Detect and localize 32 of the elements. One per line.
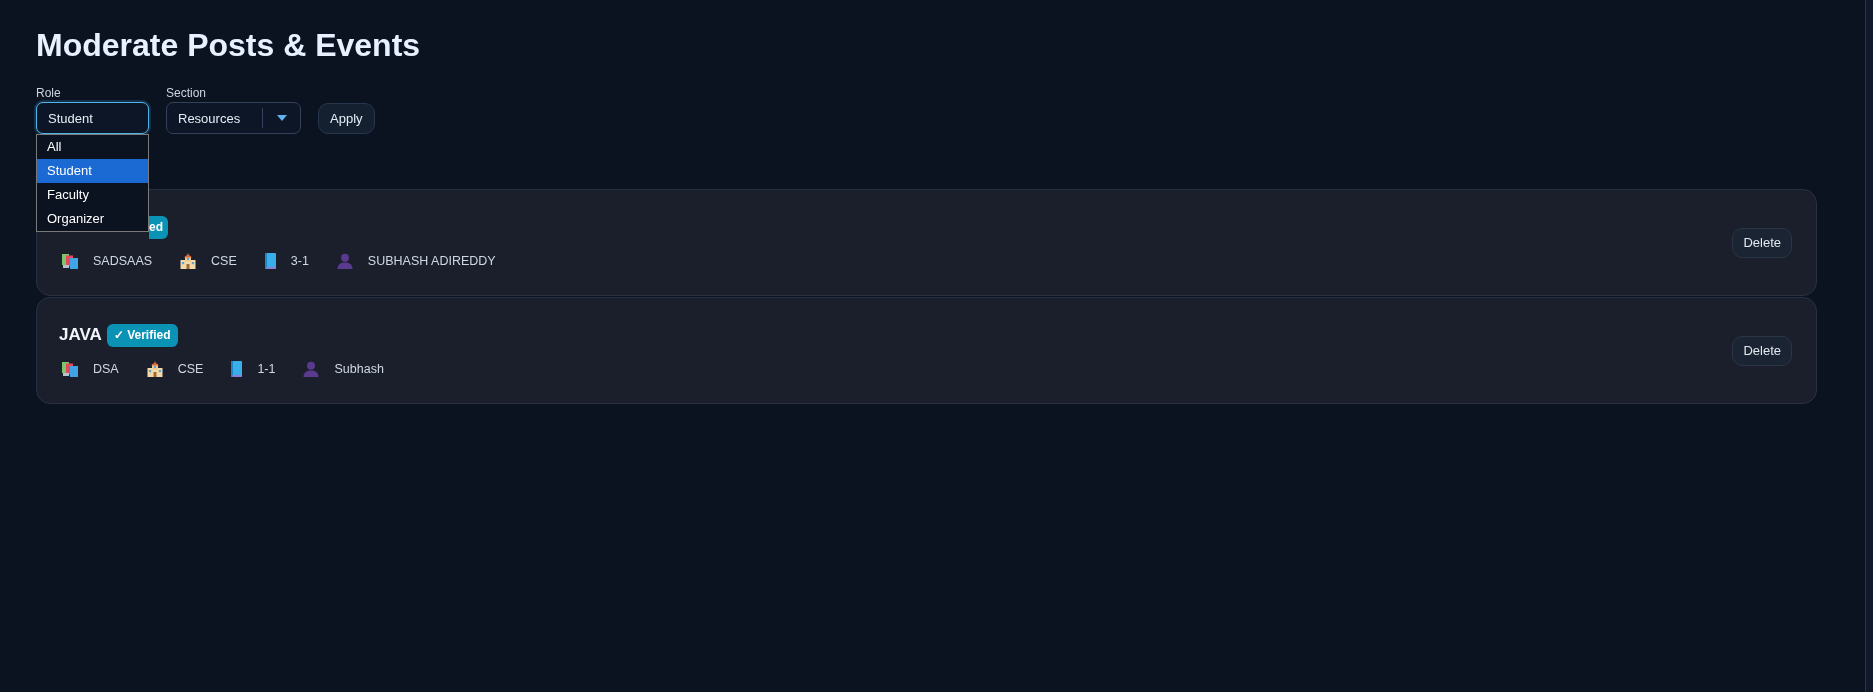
meta-text: Subhash <box>334 360 384 378</box>
meta-text: 1-1 <box>257 360 276 378</box>
person-icon <box>303 360 320 377</box>
select-field[interactable]: Student <box>36 102 149 134</box>
school-icon <box>180 252 197 269</box>
status-badge: ✓ Verified <box>106 323 178 347</box>
meta-text: CSE <box>177 360 204 378</box>
dropdown-option[interactable]: Organizer <box>37 207 148 231</box>
dropdown-option[interactable]: Student <box>37 159 148 183</box>
book-icon <box>231 360 243 377</box>
person-icon <box>336 252 353 269</box>
delete-button[interactable]: Delete <box>1732 227 1792 258</box>
books-icon <box>62 252 78 269</box>
dropdown-option[interactable]: Faculty <box>37 183 148 207</box>
books-icon <box>62 360 78 377</box>
meta-text: DSA <box>93 360 119 378</box>
page-title: Moderate Posts & Events <box>36 26 421 64</box>
status-badge: ed <box>149 215 168 239</box>
meta-text: SADSAAS <box>93 252 153 270</box>
scrollbar-track[interactable] <box>1865 0 1873 692</box>
field-label: Role <box>36 86 61 100</box>
school-icon <box>146 360 163 377</box>
meta-text: CSE <box>211 252 237 270</box>
meta-text: SUBHASH ADIREDDY <box>367 252 496 270</box>
delete-button[interactable]: Delete <box>1732 335 1792 366</box>
dropdown-select[interactable]: Resources <box>166 102 301 134</box>
dropdown-option[interactable]: All <box>37 135 148 159</box>
field-label: Section <box>166 86 207 100</box>
apply-button[interactable]: Apply <box>318 103 375 134</box>
post-title: JAVA <box>59 325 102 345</box>
book-icon <box>264 252 276 269</box>
meta-text: 3-1 <box>290 252 309 270</box>
